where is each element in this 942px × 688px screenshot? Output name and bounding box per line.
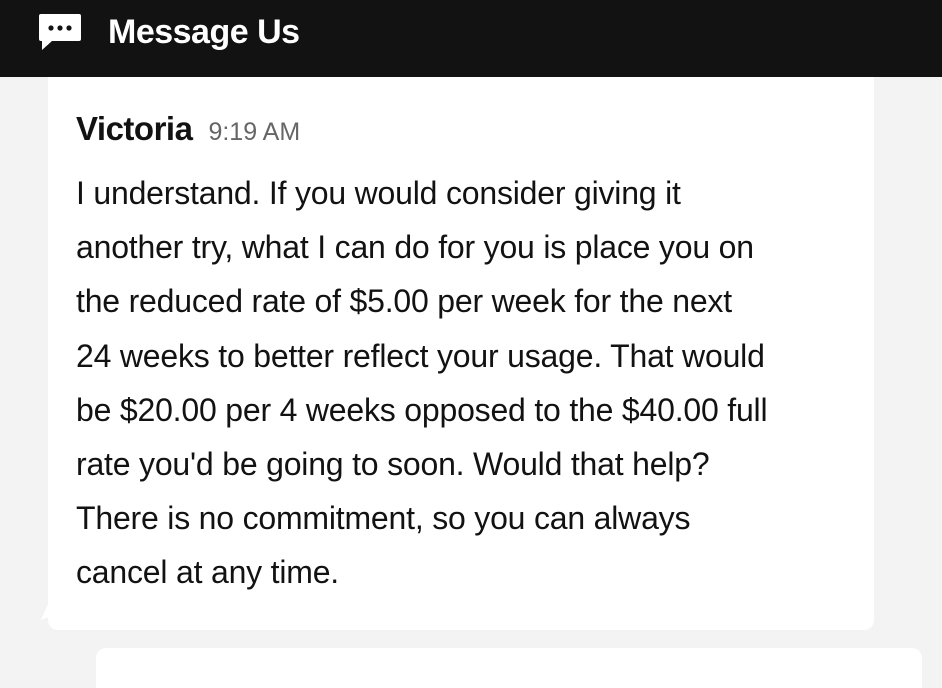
sender-name: Victoria xyxy=(76,110,193,147)
message-line: the reduced rate of $5.00 per week for t… xyxy=(76,283,732,320)
message-timestamp: 9:19 AM xyxy=(208,118,301,146)
message-line: 24 weeks to better reflect your usage. T… xyxy=(76,337,765,374)
message-line: There is no commitment, so you can alway… xyxy=(76,500,691,537)
message-line: cancel at any time. xyxy=(76,554,339,591)
message-line: be $20.00 per 4 weeks opposed to the $40… xyxy=(76,391,768,428)
next-message-card xyxy=(96,648,922,688)
message-line: another try, what I can do for you is pl… xyxy=(76,229,754,266)
message-meta: Victoria 9:19 AM xyxy=(76,110,300,148)
chat-bubble-icon xyxy=(38,12,82,52)
message-body: I understand. If you would consider givi… xyxy=(76,166,866,600)
app-header: Message Us xyxy=(0,0,942,77)
message-line: I understand. If you would consider givi… xyxy=(76,175,681,211)
header-title: Message Us xyxy=(108,13,300,51)
message-line: rate you'd be going to soon. Would that … xyxy=(76,446,710,483)
